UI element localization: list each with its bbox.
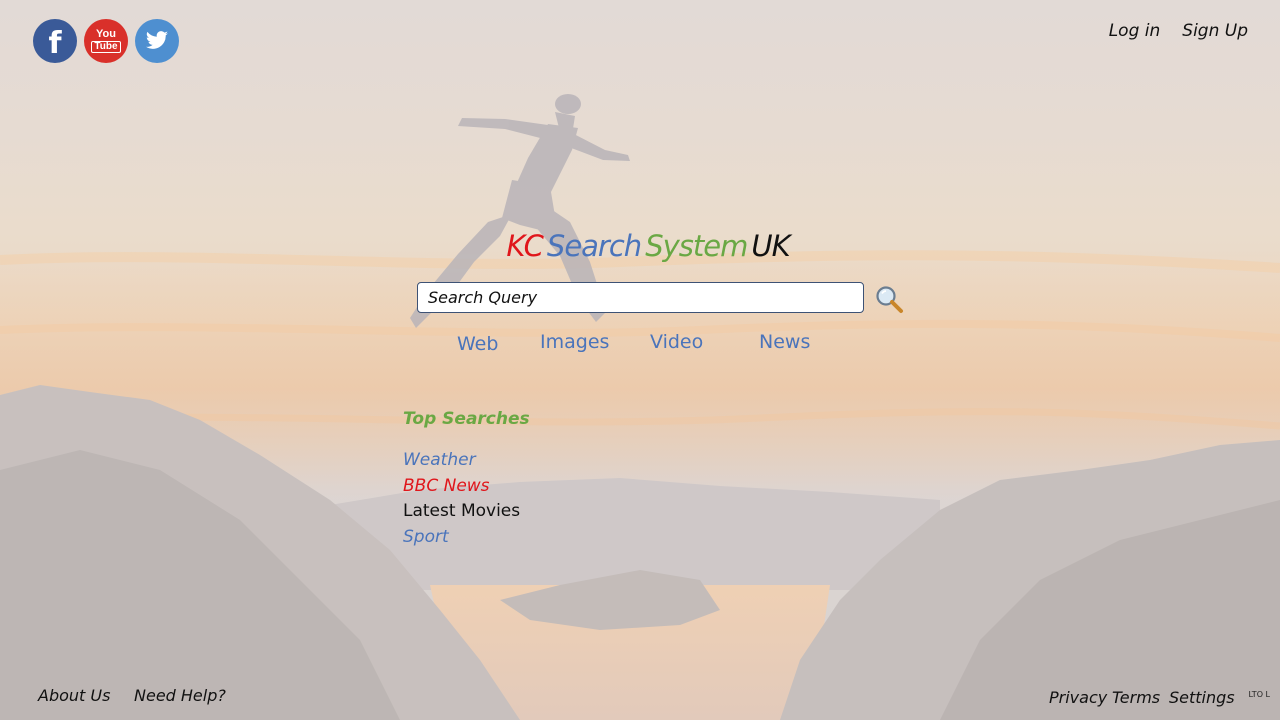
tab-images[interactable]: Images: [540, 331, 609, 353]
magnifier-icon: [876, 286, 903, 313]
terms-link[interactable]: Terms: [1112, 688, 1160, 707]
need-help-link[interactable]: Need Help?: [134, 686, 226, 705]
brand-part-search: Search: [546, 229, 642, 263]
tiny-label: LTO L: [1248, 690, 1270, 699]
youtube-glyph-bottom: Tube: [91, 41, 121, 53]
youtube-icon[interactable]: You Tube: [84, 19, 128, 63]
facebook-glyph: f: [48, 25, 62, 61]
top-search-sport[interactable]: Sport: [403, 527, 449, 547]
brand-part-uk: UK: [751, 229, 790, 263]
tab-web[interactable]: Web: [457, 333, 498, 355]
tab-news[interactable]: News: [759, 331, 810, 353]
search-input[interactable]: [417, 282, 864, 313]
brand-logo: KC Search System UK: [0, 229, 1280, 263]
about-us-link[interactable]: About Us: [38, 686, 110, 705]
top-search-bbc-news[interactable]: BBC News: [403, 476, 490, 496]
privacy-link[interactable]: Privacy: [1049, 688, 1107, 707]
twitter-icon[interactable]: [135, 19, 179, 63]
tab-video[interactable]: Video: [650, 331, 703, 353]
settings-link[interactable]: Settings: [1169, 688, 1235, 707]
top-search-latest-movies[interactable]: Latest Movies: [403, 501, 520, 521]
top-search-weather[interactable]: Weather: [403, 450, 476, 470]
auth-links: Log in Sign Up: [1109, 21, 1248, 41]
login-link[interactable]: Log in: [1109, 21, 1161, 41]
social-links: f You Tube: [33, 19, 179, 63]
brand-part-system: System: [645, 229, 748, 263]
youtube-glyph-top: You: [96, 28, 116, 40]
brand-part-kc: KC: [506, 229, 543, 263]
facebook-icon[interactable]: f: [33, 19, 77, 63]
background-landscape-image: [0, 0, 1280, 720]
top-searches-title: Top Searches: [403, 409, 530, 429]
signup-link[interactable]: Sign Up: [1182, 21, 1248, 41]
twitter-bird-icon: [146, 31, 168, 49]
search-button[interactable]: [874, 284, 904, 314]
